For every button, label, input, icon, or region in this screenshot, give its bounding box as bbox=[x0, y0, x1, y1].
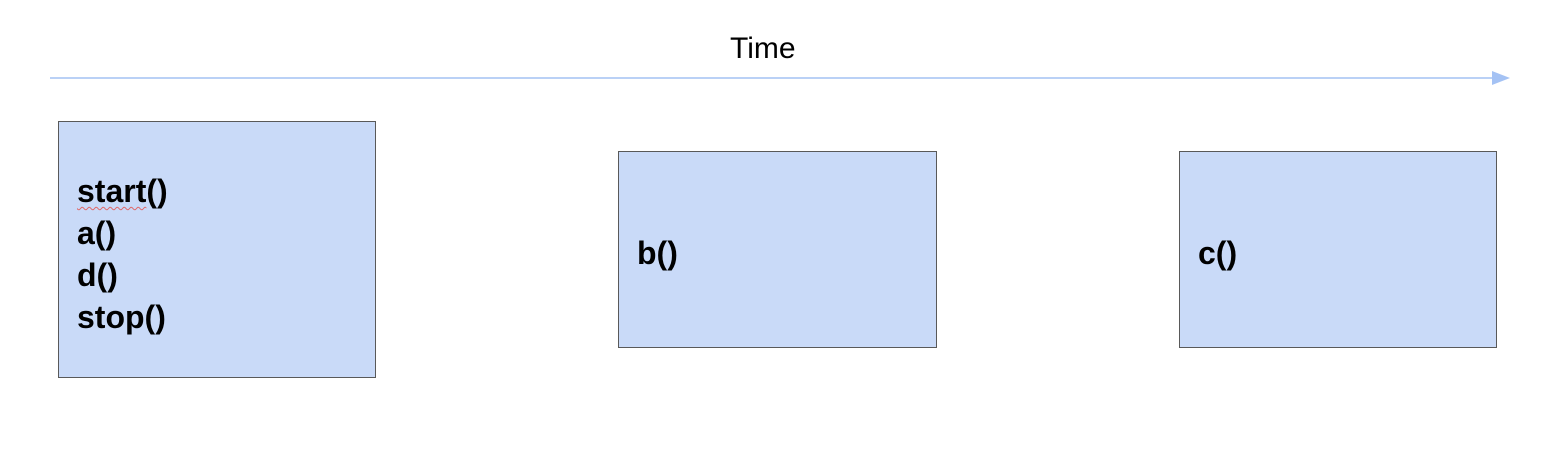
diagram-canvas: Time start() a() d() stop() b() c() bbox=[0, 0, 1568, 458]
call-box-3[interactable]: c() bbox=[1179, 151, 1497, 348]
call-line: start() bbox=[77, 170, 168, 212]
call-box-1[interactable]: start() a() d() stop() bbox=[58, 121, 376, 378]
call-line: stop() bbox=[77, 299, 166, 335]
call-line: a() bbox=[77, 215, 117, 251]
call-line: b() bbox=[637, 235, 678, 271]
call-box-2[interactable]: b() bbox=[618, 151, 937, 348]
call-list: c() bbox=[1198, 232, 1237, 274]
call-line: c() bbox=[1198, 235, 1238, 271]
spellcheck-word: start bbox=[77, 173, 147, 209]
time-axis-label: Time bbox=[730, 32, 796, 65]
call-parens: () bbox=[146, 173, 168, 209]
call-list: b() bbox=[637, 232, 678, 274]
call-list: start() a() d() stop() bbox=[77, 170, 168, 338]
call-line: d() bbox=[77, 257, 118, 293]
time-arrow-head-icon bbox=[1492, 71, 1510, 85]
